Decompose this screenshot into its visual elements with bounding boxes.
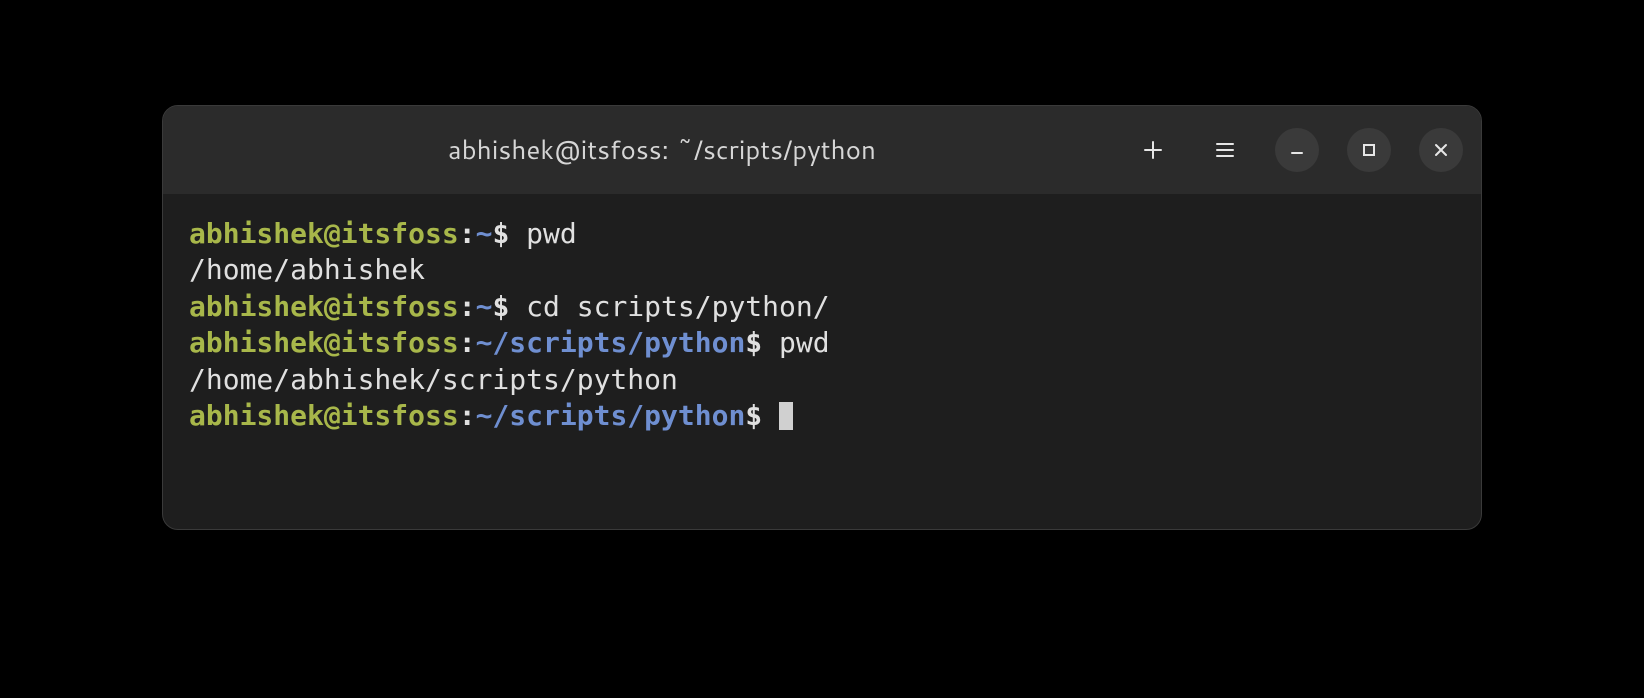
prompt-path: ~: [476, 217, 493, 250]
new-tab-button[interactable]: [1131, 128, 1175, 172]
close-button[interactable]: [1419, 128, 1463, 172]
prompt-path: ~/scripts/python: [476, 326, 746, 359]
terminal-line: abhishek@itsfoss:~/scripts/python$ pwd: [189, 325, 1455, 361]
hamburger-icon: [1214, 139, 1236, 161]
minimize-icon: [1288, 141, 1306, 159]
terminal-line: abhishek@itsfoss:~/scripts/python$: [189, 398, 1455, 434]
prompt-separator: :: [459, 217, 476, 250]
prompt-separator: :: [459, 399, 476, 432]
prompt-path: ~/scripts/python: [476, 399, 746, 432]
plus-icon: [1142, 139, 1164, 161]
command-text: cd scripts/python/: [526, 290, 829, 323]
terminal-body[interactable]: abhishek@itsfoss:~$ pwd/home/abhishekabh…: [163, 194, 1481, 529]
prompt-path: ~: [476, 290, 493, 323]
close-icon: [1432, 141, 1450, 159]
command-output: /home/abhishek: [189, 253, 425, 286]
terminal-line: abhishek@itsfoss:~$ pwd: [189, 216, 1455, 252]
titlebar: abhishek@itsfoss: ~/scripts/python: [163, 106, 1481, 194]
command-text: pwd: [526, 217, 577, 250]
menu-button[interactable]: [1203, 128, 1247, 172]
titlebar-controls: [1131, 128, 1463, 172]
prompt-symbol: $: [492, 290, 526, 323]
prompt-user-host: abhishek@itsfoss: [189, 290, 459, 323]
prompt-symbol: $: [745, 326, 779, 359]
prompt-separator: :: [459, 290, 476, 323]
prompt-user-host: abhishek@itsfoss: [189, 217, 459, 250]
maximize-icon: [1360, 141, 1378, 159]
prompt-user-host: abhishek@itsfoss: [189, 326, 459, 359]
maximize-button[interactable]: [1347, 128, 1391, 172]
command-text: pwd: [779, 326, 830, 359]
prompt-separator: :: [459, 326, 476, 359]
command-output: /home/abhishek/scripts/python: [189, 363, 678, 396]
terminal-line: abhishek@itsfoss:~$ cd scripts/python/: [189, 289, 1455, 325]
prompt-symbol: $: [745, 399, 779, 432]
terminal-line: /home/abhishek: [189, 252, 1455, 288]
cursor: [779, 402, 793, 430]
prompt-symbol: $: [492, 217, 526, 250]
window-title: abhishek@itsfoss: ~/scripts/python: [193, 132, 1131, 168]
minimize-button[interactable]: [1275, 128, 1319, 172]
terminal-window: abhishek@itsfoss: ~/scripts/python: [162, 105, 1482, 530]
terminal-line: /home/abhishek/scripts/python: [189, 362, 1455, 398]
prompt-user-host: abhishek@itsfoss: [189, 399, 459, 432]
